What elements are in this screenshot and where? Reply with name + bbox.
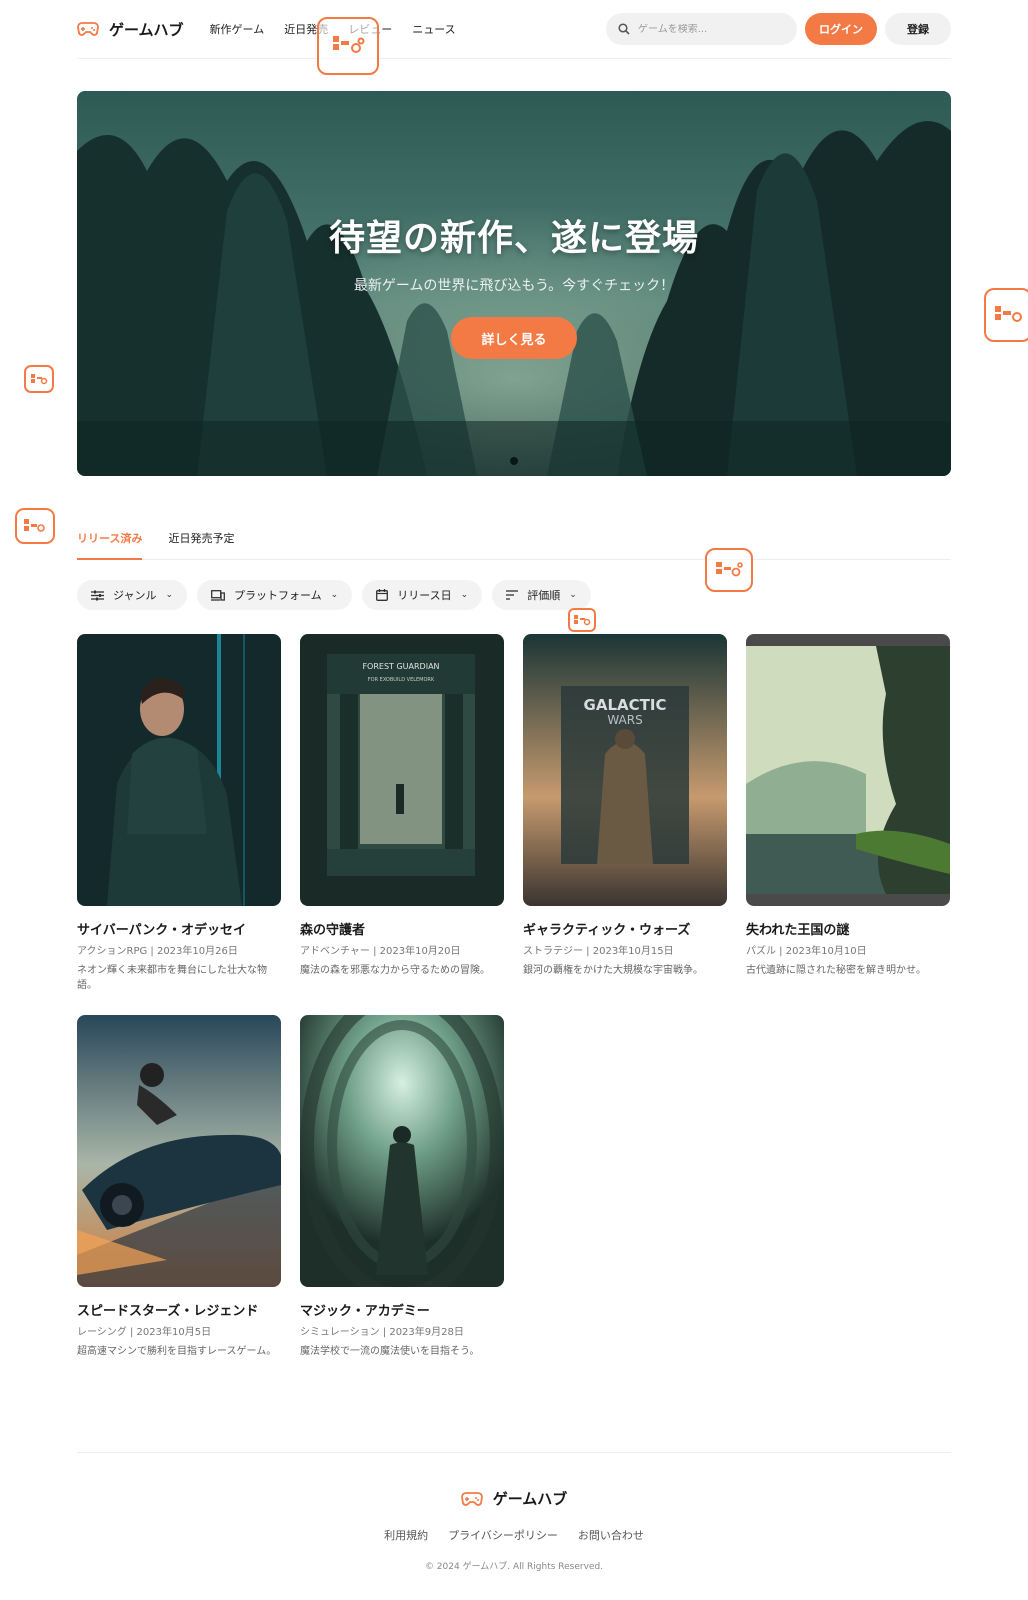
brand-logo[interactable]: ゲームハブ — [77, 19, 184, 40]
game-meta: パズル | 2023年10月10日 — [746, 946, 867, 957]
game-description: 銀河の覇権をかけた大規模な宇宙戦争。 — [523, 965, 703, 976]
hero-banner: 待望の新作、遂に登場 最新ゲームの世界に飛び込もう。今すぐチェック！ 詳しく見る — [77, 91, 951, 476]
game-card[interactable]: スピードスターズ・レジェンド レーシング | 2023年10月5日 超高速マシン… — [77, 1015, 281, 1374]
floating-gamepad-icon — [317, 17, 379, 75]
game-cover-image: GALACTIC WARS — [523, 634, 727, 906]
game-card[interactable]: FOREST GUARDIAN FOR EXOBUILD VELEMORK 森の… — [300, 634, 504, 993]
game-meta: ストラテジー | 2023年10月15日 — [523, 946, 674, 957]
game-card[interactable]: サイバーパンク・オデッセイ アクションRPG | 2023年10月26日 ネオン… — [77, 634, 281, 993]
game-card[interactable]: GALACTIC WARS ギャラクティック・ウォーズ ストラテジー | 202… — [523, 634, 727, 993]
game-title: 失われた王国の謎 — [746, 923, 850, 938]
game-title: 森の守護者 — [300, 923, 366, 938]
game-cover-image — [746, 634, 950, 906]
cover-subtitle-text: FOR EXOBUILD VELEMORK — [368, 677, 435, 683]
filter-bar: ジャンル ⌄ プラットフォーム ⌄ リリース日 ⌄ 評価順 ⌄ — [77, 580, 951, 610]
floating-gamepad-icon — [24, 365, 54, 393]
game-meta: アクションRPG | 2023年10月26日 — [77, 946, 238, 957]
site-footer: ゲームハブ 利用規約 プライバシーポリシー お問い合わせ © 2024 ゲームハ… — [77, 1488, 951, 1572]
footer-links: 利用規約 プライバシーポリシー お問い合わせ — [384, 1527, 644, 1543]
game-meta: アドベンチャー | 2023年10月20日 — [300, 946, 461, 957]
filter-platform[interactable]: プラットフォーム ⌄ — [197, 580, 353, 610]
game-description: ネオン輝く未来都市を舞台にした壮大な物語。 — [77, 965, 267, 991]
nav-news[interactable]: ニュース — [412, 21, 455, 37]
search-box[interactable] — [606, 13, 797, 45]
floating-gamepad-icon — [984, 288, 1028, 342]
register-button[interactable]: 登録 — [885, 13, 951, 45]
footer-link-contact[interactable]: お問い合わせ — [578, 1527, 644, 1543]
filter-sort-label: 評価順 — [527, 589, 561, 602]
site-header: ゲームハブ 新作ゲーム 近日発売 レビュー ニュース ログイン 登録 — [77, 12, 951, 46]
header-divider — [77, 58, 951, 59]
game-title: ギャラクティック・ウォーズ — [523, 923, 691, 938]
game-cover-image — [77, 1015, 281, 1287]
hero-subtitle: 最新ゲームの世界に飛び込もう。今すぐチェック！ — [353, 278, 675, 294]
chevron-down-icon: ⌄ — [165, 590, 173, 600]
game-description: 超高速マシンで勝利を目指すレースゲーム。 — [77, 1346, 277, 1357]
tab-released[interactable]: リリース済み — [77, 522, 143, 560]
nav-new-games[interactable]: 新作ゲーム — [210, 21, 265, 37]
hero-title: 待望の新作、遂に登場 — [328, 218, 699, 259]
cover-title-text: FOREST GUARDIAN — [362, 662, 439, 671]
game-title: マジック・アカデミー — [300, 1304, 430, 1319]
floating-gamepad-icon — [705, 548, 753, 592]
game-cover-image — [300, 1015, 504, 1287]
copyright-text: © 2024 ゲームハブ. All Rights Reserved. — [424, 1562, 604, 1572]
game-cover-image: FOREST GUARDIAN FOR EXOBUILD VELEMORK — [300, 634, 504, 906]
floating-gamepad-icon — [568, 608, 596, 632]
release-tabs: リリース済み 近日発売予定 — [77, 522, 951, 560]
game-title: スピードスターズ・レジェンド — [77, 1304, 259, 1319]
brand-name: ゲームハブ — [109, 20, 184, 39]
game-description: 魔法学校で一流の魔法使いを目指そう。 — [300, 1346, 480, 1357]
gamepad-icon — [77, 22, 99, 36]
footer-brand-name: ゲームハブ — [492, 1490, 568, 1508]
chevron-down-icon: ⌄ — [460, 590, 469, 600]
filter-release-date[interactable]: リリース日 ⌄ — [362, 580, 483, 610]
filter-platform-label: プラットフォーム — [234, 589, 322, 602]
cover-title-text: GALACTIC — [584, 696, 667, 714]
filter-release-date-label: リリース日 — [397, 589, 452, 602]
footer-brand-logo[interactable]: ゲームハブ — [460, 1488, 568, 1509]
sort-icon — [506, 590, 519, 600]
footer-link-privacy[interactable]: プライバシーポリシー — [448, 1527, 558, 1543]
footer-divider — [77, 1452, 951, 1453]
search-icon — [618, 23, 630, 35]
game-description: 古代遺跡に隠された秘密を解き明かせ。 — [746, 965, 926, 976]
hero-cta-button[interactable]: 詳しく見る — [451, 317, 577, 359]
cover-subtitle-text: WARS — [607, 713, 642, 727]
filter-sort-rating[interactable]: 評価順 ⌄ — [492, 580, 591, 610]
game-meta: レーシング | 2023年10月5日 — [77, 1327, 212, 1338]
game-title: サイバーパンク・オデッセイ — [77, 923, 247, 938]
footer-link-terms[interactable]: 利用規約 — [384, 1527, 428, 1543]
chevron-down-icon: ⌄ — [569, 590, 577, 600]
calendar-icon — [376, 589, 389, 601]
devices-icon — [211, 589, 225, 601]
header-actions: ログイン 登録 — [606, 13, 951, 45]
filter-genre[interactable]: ジャンル ⌄ — [77, 580, 187, 610]
search-input[interactable] — [638, 23, 778, 35]
hero-content: 待望の新作、遂に登場 最新ゲームの世界に飛び込もう。今すぐチェック！ 詳しく見る — [77, 91, 951, 476]
game-grid: サイバーパンク・オデッセイ アクションRPG | 2023年10月26日 ネオン… — [77, 634, 951, 1374]
game-description: 魔法の森を邪悪な力から守るための冒険。 — [300, 965, 490, 976]
game-card[interactable]: 失われた王国の謎 パズル | 2023年10月10日 古代遺跡に隠された秘密を解… — [746, 634, 950, 993]
floating-gamepad-icon — [15, 508, 55, 544]
game-cover-image — [77, 634, 281, 906]
game-meta: シミュレーション | 2023年9月28日 — [300, 1327, 464, 1338]
sliders-icon — [91, 590, 104, 600]
chevron-down-icon: ⌄ — [330, 590, 339, 600]
filter-genre-label: ジャンル — [113, 589, 157, 602]
login-button[interactable]: ログイン — [805, 13, 877, 45]
tab-upcoming[interactable]: 近日発売予定 — [168, 522, 234, 559]
gamepad-icon — [460, 1491, 483, 1506]
game-card[interactable]: マジック・アカデミー シミュレーション | 2023年9月28日 魔法学校で一流… — [300, 1015, 504, 1374]
